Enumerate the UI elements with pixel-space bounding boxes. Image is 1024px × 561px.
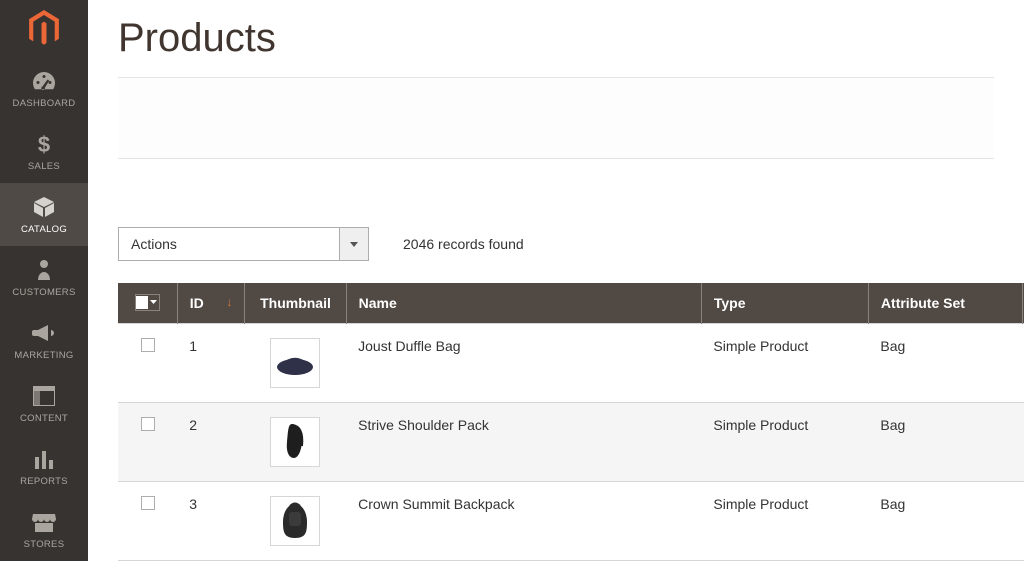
backpack-icon	[280, 502, 310, 540]
shoulder-pack-icon	[282, 422, 308, 462]
select-all-control[interactable]	[135, 294, 160, 311]
column-header-id[interactable]: ID↓	[177, 283, 245, 323]
dollar-icon: $	[30, 131, 58, 157]
column-header-select[interactable]	[118, 283, 177, 323]
cell-type: Simple Product	[701, 481, 868, 560]
sidebar-item-sales[interactable]: $ SALES	[0, 120, 88, 183]
actions-dropdown-label: Actions	[118, 227, 339, 261]
page-title: Products	[118, 16, 1024, 61]
row-checkbox[interactable]	[141, 496, 155, 510]
sidebar-item-label: REPORTS	[20, 476, 68, 487]
column-header-attribute-set[interactable]: Attribute Set	[868, 283, 1022, 323]
sidebar-item-catalog[interactable]: CATALOG	[0, 183, 88, 246]
cell-attribute-set: Bag	[868, 323, 1022, 402]
caret-down-icon	[339, 227, 369, 261]
person-icon	[30, 257, 58, 283]
sidebar-item-label: STORES	[24, 539, 65, 550]
products-grid: ID↓ Thumbnail Name Type Attribute Set SK…	[118, 283, 1024, 561]
row-checkbox[interactable]	[141, 338, 155, 352]
cell-name: Crown Summit Backpack	[346, 481, 701, 560]
table-row[interactable]: 3 Crown Summit Backpack Simple Product B…	[118, 481, 1024, 560]
sidebar-item-dashboard[interactable]: DASHBOARD	[0, 57, 88, 120]
cell-thumbnail	[245, 481, 346, 560]
row-checkbox[interactable]	[141, 417, 155, 431]
cell-thumbnail	[245, 323, 346, 402]
sidebar-item-marketing[interactable]: MARKETING	[0, 309, 88, 372]
layout-icon	[30, 383, 58, 409]
caret-down-icon[interactable]	[148, 300, 159, 304]
cell-id: 2	[177, 402, 245, 481]
sidebar-item-label: CUSTOMERS	[12, 287, 75, 298]
cell-name: Joust Duffle Bag	[346, 323, 701, 402]
table-header-row: ID↓ Thumbnail Name Type Attribute Set SK…	[118, 283, 1024, 323]
grid-toolbar: Actions 2046 records found	[118, 227, 994, 261]
admin-sidebar: DASHBOARD $ SALES CATALOG CUSTOMERS MARK…	[0, 0, 88, 561]
cell-attribute-set: Bag	[868, 481, 1022, 560]
cell-attribute-set: Bag	[868, 402, 1022, 481]
cell-thumbnail	[245, 402, 346, 481]
sidebar-item-label: CATALOG	[21, 224, 67, 235]
column-header-type[interactable]: Type	[701, 283, 868, 323]
magento-logo[interactable]	[0, 0, 88, 57]
sort-desc-icon: ↓	[226, 295, 232, 309]
records-found-text: 2046 records found	[403, 236, 524, 252]
column-header-thumbnail[interactable]: Thumbnail	[245, 283, 346, 323]
product-thumbnail[interactable]	[270, 496, 320, 546]
cell-id: 1	[177, 323, 245, 402]
sidebar-item-customers[interactable]: CUSTOMERS	[0, 246, 88, 309]
megaphone-icon	[30, 320, 58, 346]
store-icon	[30, 509, 58, 535]
product-thumbnail[interactable]	[270, 417, 320, 467]
cell-type: Simple Product	[701, 323, 868, 402]
duffle-bag-icon	[274, 351, 316, 375]
column-header-name[interactable]: Name	[346, 283, 701, 323]
cell-type: Simple Product	[701, 402, 868, 481]
table-row[interactable]: 2 Strive Shoulder Pack Simple Product Ba…	[118, 402, 1024, 481]
sidebar-item-label: MARKETING	[14, 350, 73, 361]
box-icon	[30, 194, 58, 220]
main-content: Products Actions 2046 records found	[88, 0, 1024, 561]
dashboard-icon	[30, 68, 58, 94]
sidebar-item-reports[interactable]: REPORTS	[0, 435, 88, 498]
actions-dropdown[interactable]: Actions	[118, 227, 369, 261]
sidebar-item-content[interactable]: CONTENT	[0, 372, 88, 435]
cell-name: Strive Shoulder Pack	[346, 402, 701, 481]
sidebar-item-label: DASHBOARD	[13, 98, 76, 109]
bar-chart-icon	[30, 446, 58, 472]
sidebar-item-label: CONTENT	[20, 413, 68, 424]
cell-id: 3	[177, 481, 245, 560]
table-row[interactable]: 1 Joust Duffle Bag Simple Product Bag 24…	[118, 323, 1024, 402]
select-all-checkbox[interactable]	[136, 296, 148, 309]
sidebar-item-label: SALES	[28, 161, 60, 172]
sidebar-item-stores[interactable]: STORES	[0, 498, 88, 561]
magento-logo-icon	[27, 10, 61, 48]
notice-bar	[118, 77, 994, 159]
product-thumbnail[interactable]	[270, 338, 320, 388]
svg-text:$: $	[38, 132, 50, 156]
